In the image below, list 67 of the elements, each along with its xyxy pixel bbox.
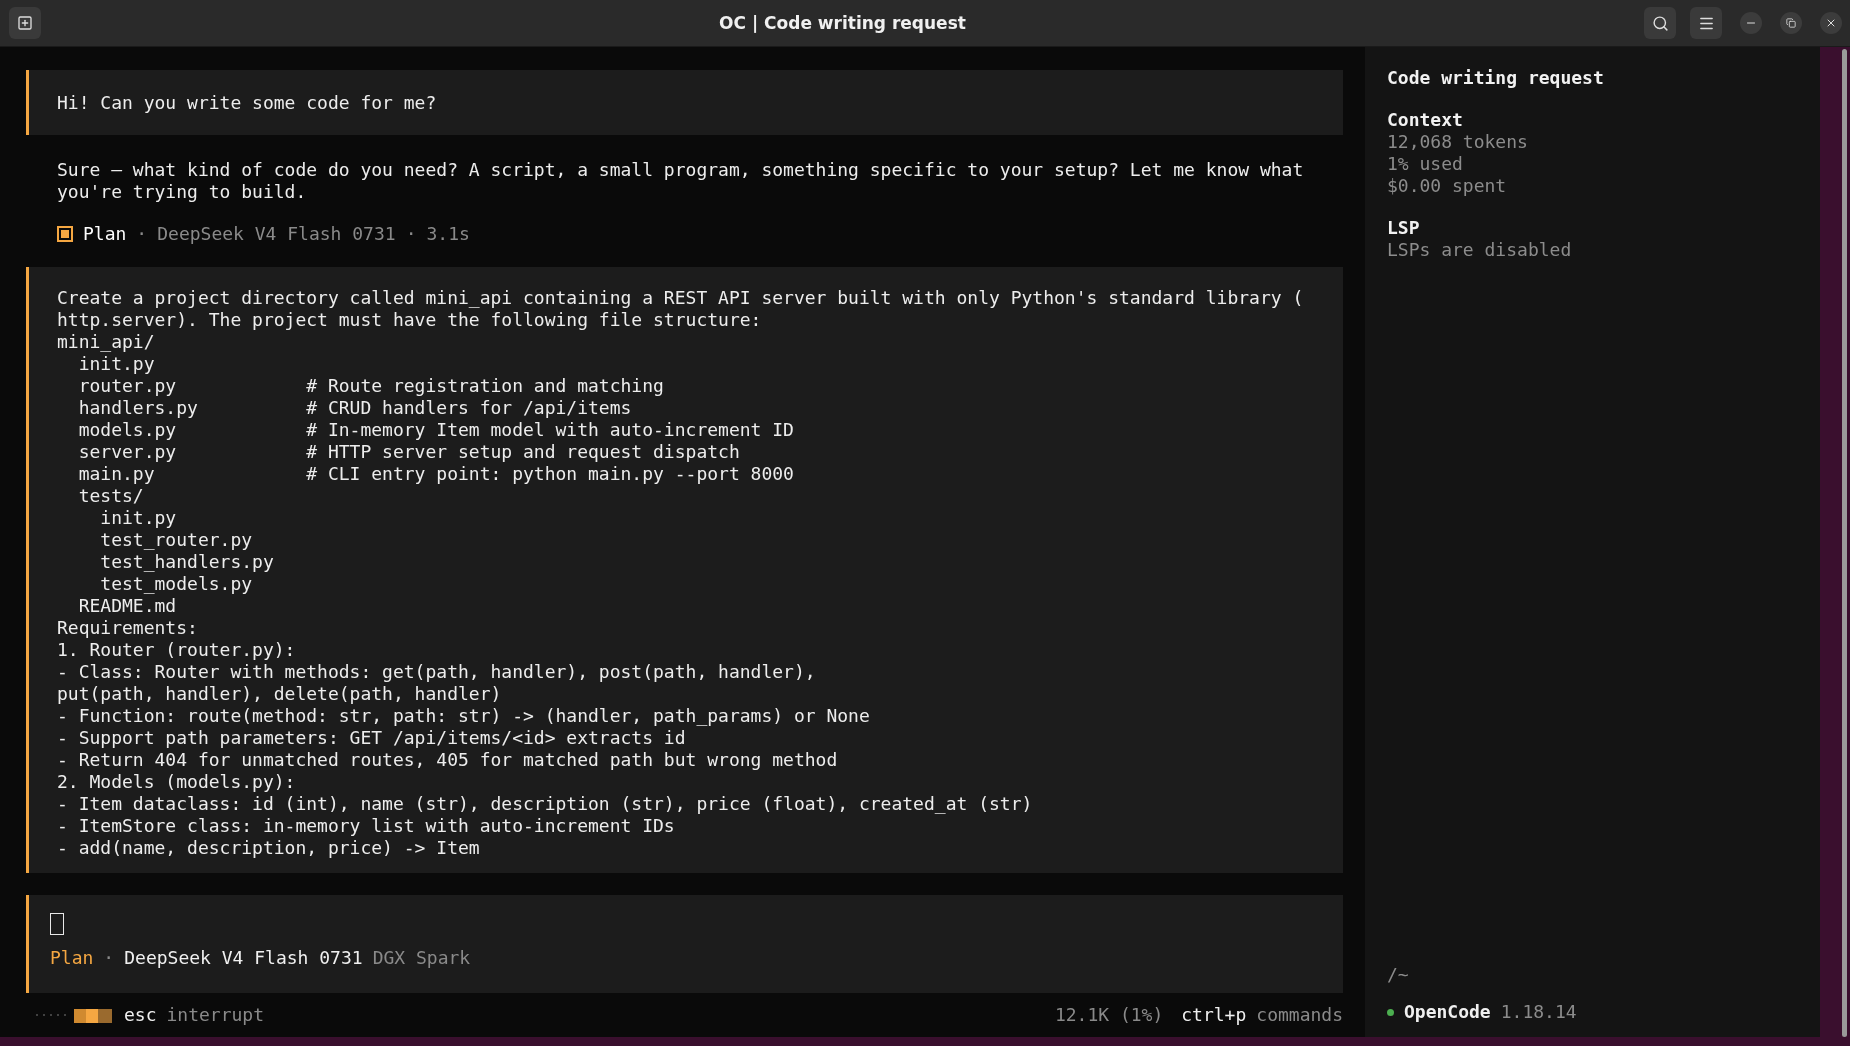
message-line: - add(name, description, price) -> Item (57, 837, 481, 859)
message-line: README.md (77, 595, 178, 617)
message-line: 1. Router (router.py): (57, 639, 297, 661)
restore-button[interactable] (1780, 12, 1802, 34)
app-name: OpenCode (1404, 1001, 1491, 1023)
message-line: http.server). The project must have the following file structure: (57, 309, 763, 331)
message-line: - Item dataclass: id (int), name (str), description (str), price (float), created_at (str) (57, 793, 1034, 815)
info-text: 12,068 tokens (1387, 131, 1529, 153)
status-text: esc (124, 1004, 157, 1026)
session-title: Code writing request (1387, 67, 1605, 89)
message-line: - ItemStore class: in-memory list with auto-increment IDs (57, 815, 676, 837)
version-text: 1.18.14 (1500, 1001, 1577, 1023)
section-heading: LSP (1387, 217, 1421, 239)
status-text: · (136, 223, 148, 245)
input-field[interactable] (50, 913, 64, 935)
status-text: ctrl+p (1181, 1004, 1247, 1026)
message-line: Create a project directory called mini_api containing a REST API server built with only Python's standard library ( (57, 287, 1305, 309)
agent-label: Plan (83, 223, 127, 245)
search-button[interactable] (1644, 7, 1676, 39)
message-line: main.py # CLI entry point: python main.py --port 8000 (77, 463, 795, 485)
status-text: · (405, 223, 417, 245)
message-line: router.py # Route registration and matching (77, 375, 665, 397)
message-line: tests/ (77, 485, 145, 507)
message-line: you're trying to build. (57, 181, 308, 203)
agent-label: Plan (50, 947, 94, 969)
new-tab-icon (17, 15, 33, 31)
message-line: put(path, handler), delete(path, handler) (57, 683, 503, 705)
search-icon (1651, 14, 1669, 32)
message-line: init.py (77, 353, 156, 375)
info-text: 1% used (1387, 153, 1464, 175)
message-line: 2. Models (models.py): (57, 771, 297, 793)
message-line: Hi! Can you write some code for me? (57, 92, 438, 114)
progress-spinner-icon (34, 1006, 114, 1024)
new-tab-button[interactable] (9, 7, 41, 39)
path-text: /~ (1387, 964, 1410, 986)
message-line: init.py (99, 507, 178, 529)
message-line: - Class: Router with methods: get(path, handler), post(path, handler), (57, 661, 817, 683)
message-line: server.py # HTTP server setup and request dispatch (77, 441, 741, 463)
message-line: - Function: route(method: str, path: str) -> (handler, path_params) or None (57, 705, 871, 727)
message-line: mini_api/ (57, 331, 156, 353)
message-line: - Support path parameters: GET /api/items/<id> extracts id (57, 727, 687, 749)
message-line: Sure — what kind of code do you need? A script, a small program, something specific to your setup? Let me know what (57, 159, 1305, 181)
message-line: Requirements: (57, 617, 199, 639)
status-text: 3.1s (426, 223, 470, 245)
message-line: - Return 404 for unmatched routes, 405 for matched path but wrong method (57, 749, 839, 771)
message-line: models.py # In-memory Item model with auto-increment ID (77, 419, 795, 441)
info-text: LSPs are disabled (1387, 239, 1573, 261)
minimize-button[interactable] (1740, 12, 1762, 34)
status-text: DGX Spark (372, 947, 471, 969)
info-text: $0.00 spent (1387, 175, 1508, 197)
message-line: test_models.py (99, 573, 254, 595)
status-text: interrupt (166, 1004, 265, 1026)
status-text: · (103, 947, 115, 969)
message-line: test_handlers.py (99, 551, 275, 573)
usage-text: 12.1K (1%) (1054, 1004, 1164, 1026)
status-text: DeepSeek V4 Flash 0731 (157, 223, 396, 245)
status-text: DeepSeek V4 Flash 0731 (124, 947, 363, 969)
restore-icon (1786, 18, 1796, 28)
section-heading: Context (1387, 109, 1464, 131)
message-line: handlers.py # CRUD handlers for /api/items (77, 397, 633, 419)
close-icon (1825, 17, 1837, 29)
message-line: test_router.py (99, 529, 254, 551)
window-title: OC | Code writing request (718, 13, 967, 33)
agent-icon (57, 226, 73, 242)
menu-button[interactable] (1690, 7, 1722, 39)
status-text: commands (1256, 1004, 1343, 1026)
close-button[interactable] (1820, 12, 1842, 34)
